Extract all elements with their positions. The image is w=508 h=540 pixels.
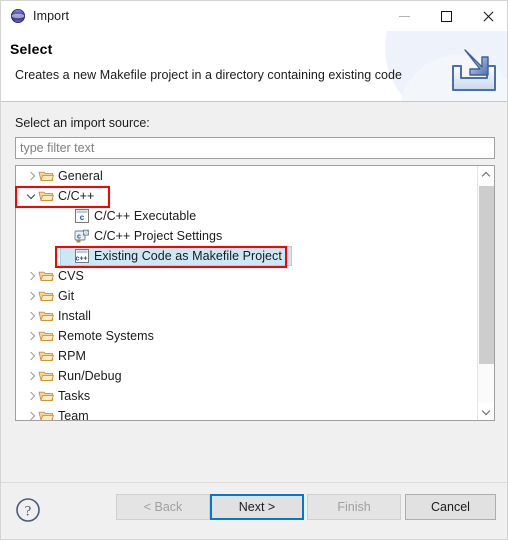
cancel-button[interactable]: Cancel: [405, 494, 496, 520]
folder-icon: [38, 268, 54, 284]
folder-icon: [38, 411, 54, 420]
scroll-down-button[interactable]: [478, 403, 494, 420]
c-executable-icon: c: [75, 209, 89, 223]
tree-item-general[interactable]: General: [16, 166, 477, 186]
folder-icon: [38, 291, 54, 301]
chevron-down-icon: [483, 408, 490, 415]
dialog-footer: ? < Back Next > Finish Cancel: [1, 482, 507, 539]
tree-item-install[interactable]: Install: [16, 306, 477, 326]
chevron-right-icon[interactable]: [24, 392, 38, 400]
tree-item-label: Team: [58, 409, 89, 420]
window-controls: [383, 1, 507, 31]
folder-icon: [38, 388, 54, 404]
tree-item-label: Install: [58, 309, 92, 323]
chevron-right-icon[interactable]: [24, 172, 38, 180]
svg-text:c: c: [80, 213, 85, 222]
chevron-right-icon[interactable]: [24, 332, 38, 340]
tree-vertical-scrollbar[interactable]: [477, 166, 494, 420]
tree-item-label: Existing Code as Makefile Project: [94, 249, 282, 263]
tree-rows-container: General C/C++ c C/C++ Executable c C/C++ Proj…: [16, 166, 477, 420]
help-icon[interactable]: ?: [15, 497, 41, 523]
page-title: Select: [10, 41, 53, 57]
wizard-header: Select Creates a new Makefile project in…: [1, 31, 507, 102]
tree-item-run-debug[interactable]: Run/Debug: [16, 366, 477, 386]
close-icon: [482, 10, 495, 23]
scroll-up-button[interactable]: [478, 166, 494, 183]
folder-icon: [38, 171, 54, 181]
filter-input[interactable]: [15, 137, 495, 159]
tree-item-c-c-executable[interactable]: c C/C++ Executable: [16, 206, 477, 226]
tree-item-label: C/C++ Executable: [94, 209, 197, 223]
cpp-makefile-icon: c++: [75, 249, 89, 263]
folder-icon: [38, 328, 54, 344]
eclipse-globe-icon: [11, 9, 25, 23]
folder-icon: [38, 368, 54, 384]
tree-item-label: General: [58, 169, 103, 183]
dialog-body: Select an import source: General C/C++ c C/…: [1, 102, 507, 482]
tree-item-c-c[interactable]: C/C++: [16, 186, 477, 206]
minimize-icon: [398, 15, 410, 17]
tree-item-team[interactable]: Team: [16, 406, 477, 420]
tree-item-existing-code-as-makefile-project[interactable]: c++ Existing Code as Makefile Project: [16, 246, 477, 266]
svg-text:c: c: [77, 234, 81, 241]
import-arrow-icon: [452, 49, 496, 91]
window-title: Import: [33, 9, 70, 23]
tree-item-remote-systems[interactable]: Remote Systems: [16, 326, 477, 346]
tree-item-git[interactable]: Git: [16, 286, 477, 306]
tree-item-label: Tasks: [58, 389, 91, 403]
finish-button[interactable]: Finish: [307, 494, 401, 520]
folder-icon: [38, 331, 54, 341]
tree-item-label: Remote Systems: [58, 329, 154, 343]
folder-icon: [38, 271, 54, 281]
folder-icon: [38, 391, 54, 401]
tree-item-rpm[interactable]: RPM: [16, 346, 477, 366]
tree-item-label: C/C++ Project Settings: [94, 229, 223, 243]
tree-item-label: C/C++: [58, 189, 95, 203]
scrollbar-thumb[interactable]: [479, 186, 494, 364]
tree-item-label: CVS: [58, 269, 84, 283]
tree-item-label: Git: [58, 289, 75, 303]
chevron-right-icon[interactable]: [24, 272, 38, 280]
chevron-right-icon[interactable]: [24, 372, 38, 380]
svg-text:?: ?: [25, 504, 32, 520]
folder-icon: [38, 351, 54, 361]
next-button[interactable]: Next >: [210, 494, 304, 520]
chevron-down-icon[interactable]: [24, 192, 38, 200]
tree-item-c-c-project-settings[interactable]: c C/C++ Project Settings: [16, 226, 477, 246]
import-dialog: Import Select Creates a new Makefile pro…: [0, 0, 508, 540]
chevron-right-icon[interactable]: [24, 412, 38, 420]
tree-item-cvs[interactable]: CVS: [16, 266, 477, 286]
import-source-label: Select an import source:: [15, 116, 150, 130]
tree-item-label: RPM: [58, 349, 86, 363]
import-source-tree[interactable]: General C/C++ c C/C++ Executable c C/C++ Proj…: [15, 165, 495, 421]
chevron-right-icon[interactable]: [24, 292, 38, 300]
cpp-makefile-icon: c++: [74, 248, 90, 264]
folder-icon: [38, 371, 54, 381]
folder-icon: [38, 191, 54, 201]
minimize-button[interactable]: [383, 1, 425, 31]
maximize-icon: [440, 10, 452, 22]
c-settings-icon: c: [74, 229, 89, 243]
folder-icon: [38, 288, 54, 304]
tree-item-tasks[interactable]: Tasks: [16, 386, 477, 406]
folder-icon: [38, 168, 54, 184]
page-description: Creates a new Makefile project in a dire…: [15, 68, 403, 82]
maximize-button[interactable]: [425, 1, 467, 31]
back-button[interactable]: < Back: [116, 494, 210, 520]
tree-item-label: Run/Debug: [58, 369, 122, 383]
c-executable-icon: c: [74, 208, 90, 224]
folder-icon: [38, 408, 54, 420]
folder-icon: [38, 348, 54, 364]
title-bar: Import: [1, 1, 507, 31]
folder-icon: [38, 188, 54, 204]
folder-icon: [38, 308, 54, 324]
svg-text:c++: c++: [75, 255, 87, 262]
folder-icon: [38, 311, 54, 321]
c-settings-icon: c: [74, 228, 90, 244]
chevron-right-icon[interactable]: [24, 352, 38, 360]
chevron-right-icon[interactable]: [24, 312, 38, 320]
close-button[interactable]: [467, 1, 507, 31]
chevron-up-icon: [483, 171, 490, 178]
